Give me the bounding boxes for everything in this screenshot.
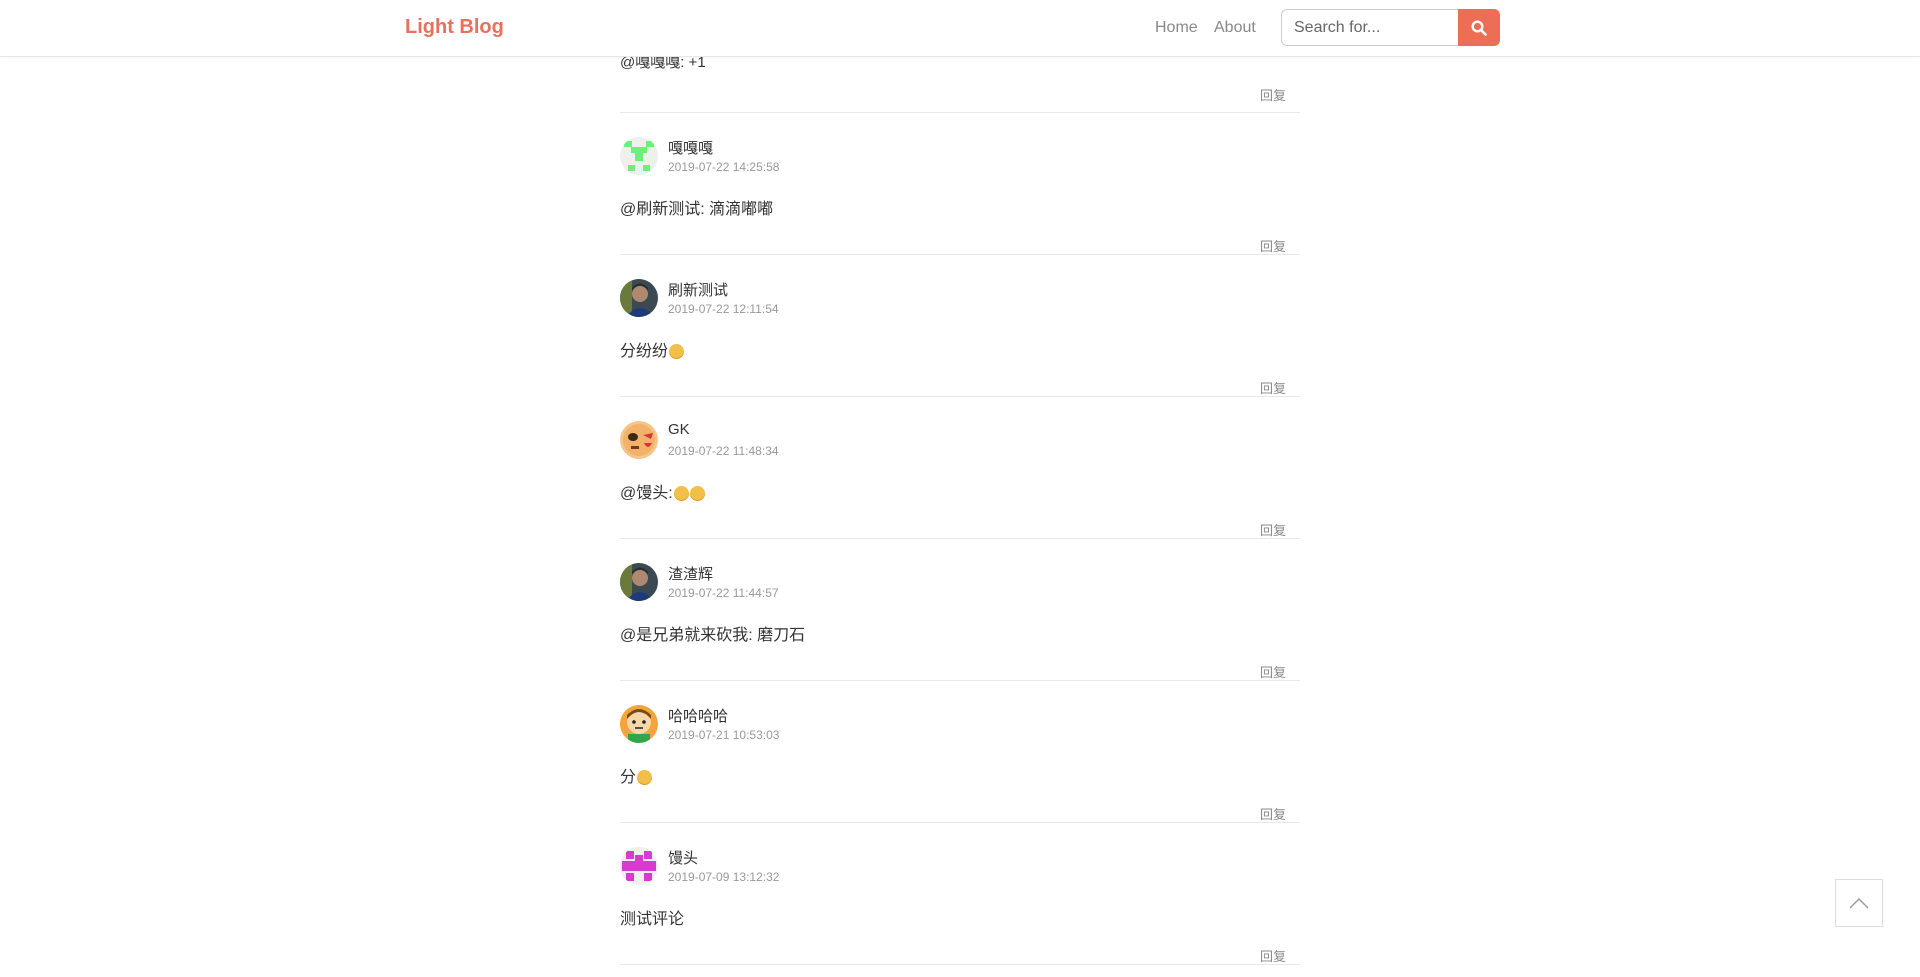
comment-text: 分纷纷 [620,343,669,360]
brand-logo[interactable]: Light Blog [405,16,504,39]
comment-author[interactable]: 哈哈哈哈 [668,705,728,726]
smile-emoji-icon [669,343,685,359]
nav-about-link[interactable]: About [1214,19,1256,37]
comment-time: 2019-07-09 13:12:32 [668,870,780,884]
green-pixel-avatar [620,137,658,175]
comment-text: @是兄弟就来砍我: 磨刀石 [620,627,806,644]
comment-time: 2019-07-22 11:44:57 [668,586,779,600]
nav-home-link[interactable]: Home [1155,19,1198,37]
comment-item: 馒头 2019-07-09 13:12:32 测试评论 回复 [620,823,1300,965]
comment-body: 分纷纷 [620,337,685,361]
comment-body: @刷新测试: 滴滴嘟嘟 [620,195,773,219]
pink-pixel-avatar [620,847,658,885]
reply-link[interactable]: 回复 [1260,804,1286,823]
comment-author[interactable]: 渣渣辉 [668,563,713,584]
comment-time: 2019-07-21 10:53:03 [668,728,780,742]
man-photo-avatar [620,279,658,317]
comment-time: 2019-07-22 12:11:54 [668,302,779,316]
top-navbar: Light Blog Home About [0,0,1920,57]
comment-text: @馒头: [620,485,673,502]
comment-time: 2019-07-22 11:48:34 [668,444,779,458]
comment-text: 分 [620,769,637,786]
comment-author[interactable]: 馒头 [668,847,698,868]
smile-emoji-icon [673,485,689,501]
comment-body: @馒头: [620,479,705,503]
comment-text: @刷新测试: 滴滴嘟嘟 [620,201,774,218]
comment-item: 嘎嘎嘎 2019-07-22 14:25:58 @刷新测试: 滴滴嘟嘟 回复 [620,113,1300,255]
search-input[interactable] [1281,9,1459,46]
comment-item: GK 2019-07-22 11:48:34 @馒头: 回复 [620,397,1300,539]
comment-author[interactable]: GK [668,421,690,438]
reply-link[interactable]: 回复 [1260,662,1286,681]
orange-face-avatar [620,705,658,743]
reply-link[interactable]: 回复 [1260,85,1286,104]
comment-time: 2019-07-22 14:25:58 [668,160,780,174]
comment-body: @是兄弟就来砍我: 磨刀石 [620,621,805,645]
comment-item: 哈哈哈哈 2019-07-21 10:53:03 分 回复 [620,681,1300,823]
search-button[interactable] [1458,9,1500,46]
comment-item: 刷新测试 2019-07-22 12:11:54 分纷纷 回复 [620,255,1300,397]
comment-item: 渣渣辉 2019-07-22 11:44:57 @是兄弟就来砍我: 磨刀石 回复 [620,539,1300,681]
cartoon-avatar [620,421,658,459]
dizzy-emoji-icon [689,485,705,501]
smile-emoji-icon [637,769,653,785]
reply-link[interactable]: 回复 [1260,378,1286,397]
reply-link[interactable]: 回复 [1260,946,1286,965]
search-icon [1471,19,1487,36]
reply-link[interactable]: 回复 [1260,520,1286,539]
comment-body: 测试评论 [620,905,684,929]
man-photo-avatar [620,563,658,601]
back-to-top-button[interactable] [1835,879,1883,927]
comment-text: 测试评论 [620,911,685,928]
reply-link[interactable]: 回复 [1260,236,1286,255]
comment-author[interactable]: 嘎嘎嘎 [668,137,713,158]
chevron-up-icon [1849,898,1869,909]
comment-author[interactable]: 刷新测试 [668,279,728,300]
comment-body: 分 [620,763,653,787]
